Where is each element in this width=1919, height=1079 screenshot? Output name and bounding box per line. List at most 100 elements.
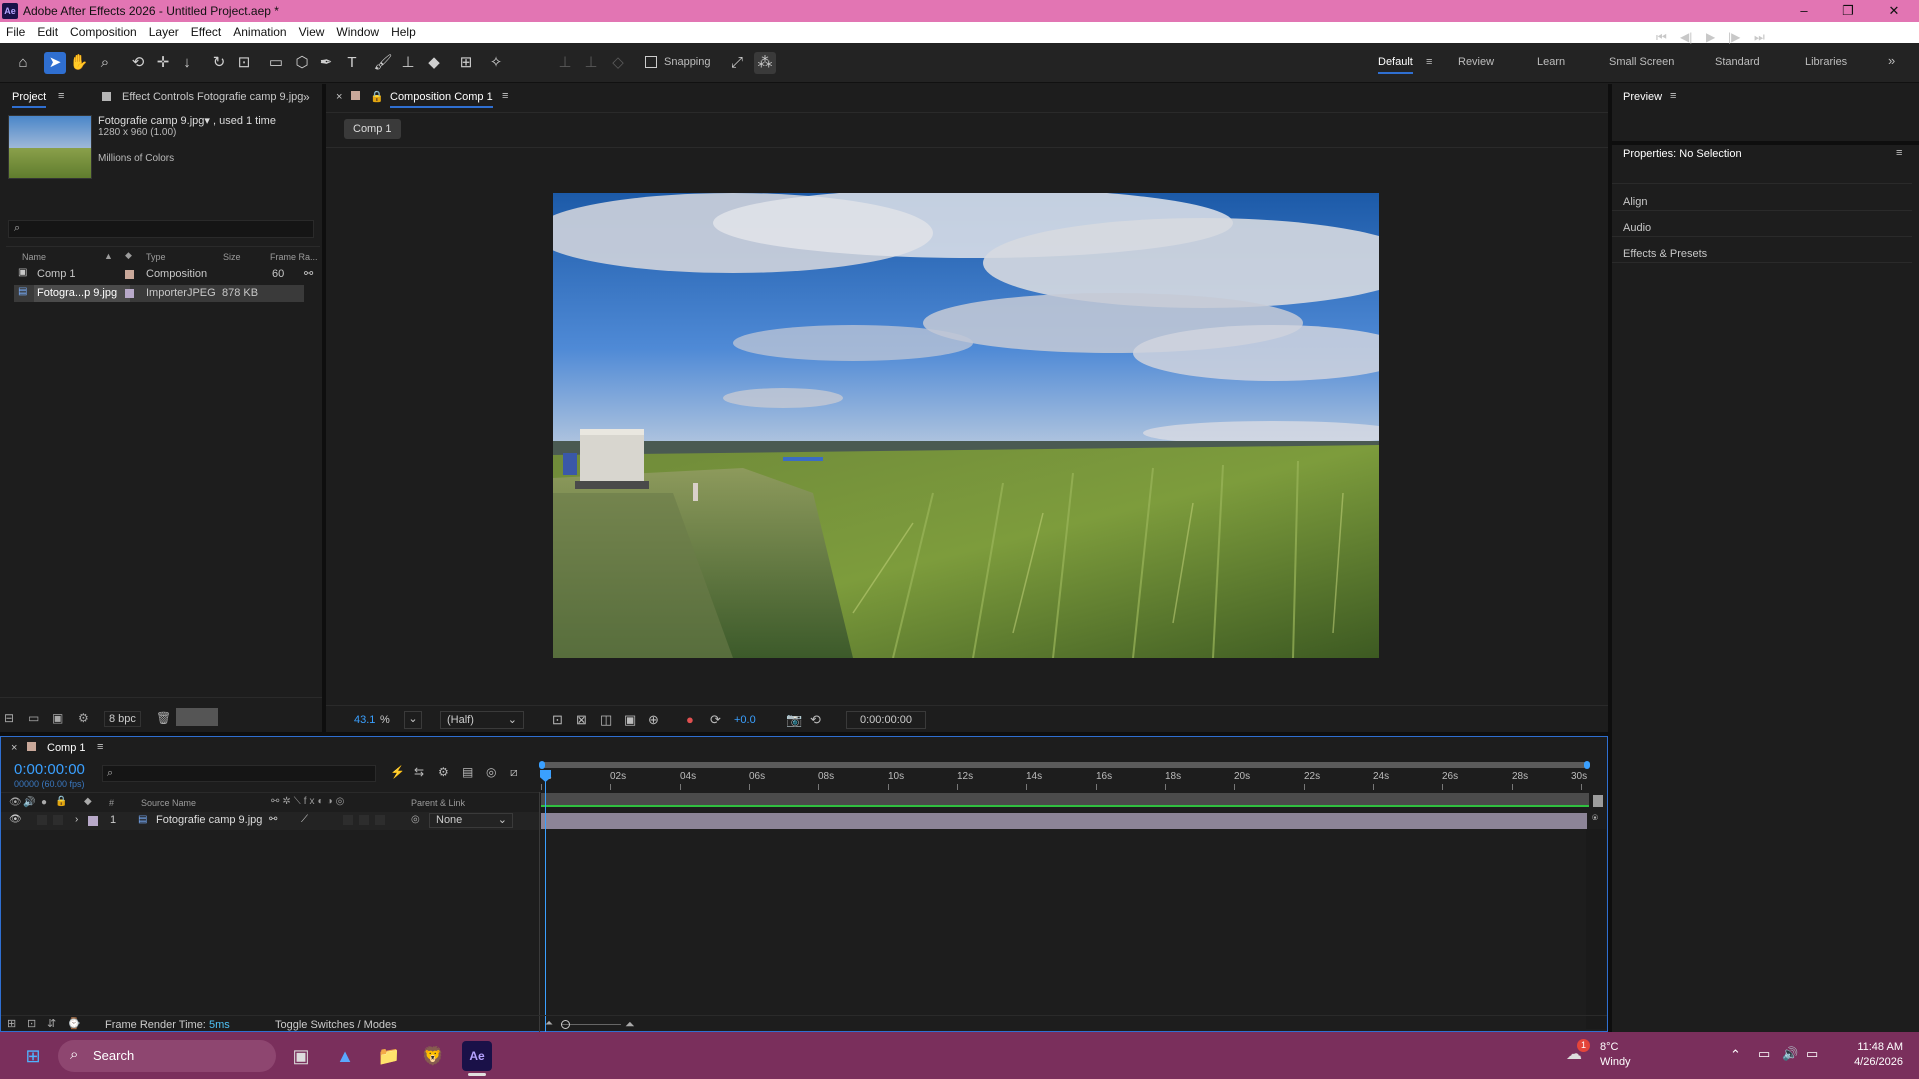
close-button[interactable]: ✕: [1872, 1, 1916, 21]
render-time-icon[interactable]: ⌚: [67, 1017, 81, 1030]
channels-icon[interactable]: ●: [686, 712, 694, 727]
dolly-tool-icon[interactable]: ↓: [176, 52, 198, 74]
play-icon[interactable]: ▶: [1706, 30, 1715, 44]
work-area-end-handle[interactable]: [1584, 761, 1590, 769]
next-frame-icon[interactable]: |▶: [1728, 30, 1740, 44]
battery-icon[interactable]: ▭: [1806, 1046, 1818, 1062]
task-view-icon[interactable]: ▣: [286, 1041, 316, 1071]
pen-tool-icon[interactable]: ✒: [315, 52, 337, 74]
sort-asc-icon[interactable]: ▲: [104, 251, 113, 261]
properties-menu-icon[interactable]: ≡: [1896, 147, 1902, 159]
timeline-timecode[interactable]: 0:00:00:00: [14, 761, 85, 778]
quality-switch-icon[interactable]: ⟋: [301, 814, 308, 825]
menu-file[interactable]: File: [0, 22, 31, 42]
network-icon[interactable]: ▭: [1758, 1046, 1770, 1062]
expand-chevron-icon[interactable]: ›: [75, 814, 78, 825]
layer-label-swatch[interactable]: [88, 816, 98, 826]
axis-local-icon[interactable]: ⊥: [554, 52, 576, 74]
solo-toggle-icon[interactable]: ●: [41, 797, 47, 808]
layer-duration-bar[interactable]: [541, 813, 1587, 829]
comp-menu-icon[interactable]: ≡: [502, 90, 508, 102]
workspace-learn[interactable]: Learn: [1537, 56, 1565, 68]
shy-layers-icon[interactable]: ⚙: [438, 765, 449, 779]
motion-blur-icon[interactable]: ◎: [486, 765, 496, 779]
zoom-dropdown-icon[interactable]: ⌄: [404, 711, 422, 729]
workspace-default[interactable]: Default: [1378, 56, 1413, 74]
chevron-up-icon[interactable]: ⌃: [1730, 1047, 1741, 1063]
comp-flowchart-icon[interactable]: ⇆: [414, 765, 424, 779]
timeline-menu-icon[interactable]: ≡: [97, 741, 103, 753]
panel-audio[interactable]: Audio: [1623, 222, 1651, 234]
roto-brush-tool-icon[interactable]: ⊞: [455, 52, 477, 74]
home-icon[interactable]: ⌂: [12, 52, 34, 74]
close-timeline-icon[interactable]: ×: [11, 742, 17, 754]
after-effects-taskbar-icon[interactable]: Ae: [462, 1041, 492, 1071]
flowchart-icon[interactable]: ⚯: [304, 267, 313, 280]
shy-switch-icon[interactable]: ⚯: [269, 814, 277, 825]
volume-icon[interactable]: 🔊: [1782, 1046, 1798, 1062]
menu-composition[interactable]: Composition: [64, 22, 143, 42]
pick-whip-icon[interactable]: ◎: [411, 814, 420, 825]
menu-view[interactable]: View: [293, 22, 331, 42]
clone-stamp-tool-icon[interactable]: ⊥: [397, 52, 419, 74]
puppet-tool-icon[interactable]: ✧: [485, 52, 507, 74]
pan-tool-icon[interactable]: ✛: [152, 52, 174, 74]
eraser-tool-icon[interactable]: ◆: [423, 52, 445, 74]
hand-tool-icon[interactable]: ✋: [68, 52, 90, 74]
mask-visibility-icon[interactable]: ◫: [600, 712, 612, 728]
parent-select[interactable]: None ⌄: [429, 813, 513, 828]
col-frame-rate[interactable]: Frame Ra...: [270, 252, 318, 262]
zoom-in-icon[interactable]: ⏶: [625, 1017, 635, 1032]
tab-project[interactable]: Project: [12, 91, 47, 108]
fast-preview-icon[interactable]: ⊡: [552, 712, 563, 728]
lock-icon[interactable]: 🔒: [370, 90, 384, 103]
col-source-name[interactable]: Source Name: [141, 798, 196, 808]
work-area-bar[interactable]: [541, 762, 1589, 768]
taskbar-search[interactable]: ⌕ Search: [58, 1040, 276, 1072]
rectangle-tool-icon[interactable]: ▭: [265, 52, 287, 74]
new-folder-icon[interactable]: ▭: [28, 711, 39, 725]
previous-frame-icon[interactable]: ◀|: [1680, 30, 1692, 44]
snap-features-icon[interactable]: ⁂: [754, 52, 776, 74]
col-size[interactable]: Size: [223, 252, 241, 262]
layer-row[interactable]: 👁 › 1 ▤ Fotografie camp 9.jpg ⚯ ⟋ ◎ None…: [1, 812, 541, 830]
graph-editor-icon[interactable]: ⧄: [510, 765, 518, 780]
photos-app-icon[interactable]: ▲: [330, 1041, 360, 1071]
workspace-small-screen[interactable]: Small Screen: [1609, 56, 1674, 68]
bpc-button[interactable]: 8 bpc: [104, 711, 141, 727]
snapshot-icon[interactable]: 📷: [786, 712, 802, 728]
type-tool-icon[interactable]: T: [341, 52, 363, 74]
playhead-line[interactable]: [545, 770, 546, 1032]
col-parent-link[interactable]: Parent & Link: [411, 798, 465, 808]
zoom-out-icon[interactable]: ⏶: [545, 1018, 553, 1029]
layer-switches-icon[interactable]: ⊞: [7, 1017, 16, 1030]
label-column-icon[interactable]: ◆: [84, 796, 92, 807]
workspace-more-icon[interactable]: »: [1888, 53, 1895, 68]
weather-temp[interactable]: 8°C: [1600, 1041, 1618, 1053]
show-snapshot-icon[interactable]: ⟲: [810, 712, 821, 728]
file-explorer-icon[interactable]: 📁: [374, 1041, 404, 1071]
work-area-start-handle[interactable]: [539, 761, 545, 769]
weather-desc[interactable]: Windy: [1600, 1056, 1631, 1068]
shape-3d-tool-icon[interactable]: ⬡: [291, 52, 313, 74]
layer-name[interactable]: Fotografie camp 9.jpg: [156, 814, 262, 826]
delete-icon[interactable]: 🗑: [156, 711, 171, 725]
audio-toggle-icon[interactable]: 🔊: [23, 797, 35, 808]
project-search-input[interactable]: ⌕: [8, 220, 314, 238]
clock-date[interactable]: 4/26/2026: [1845, 1056, 1903, 1068]
new-composition-icon[interactable]: ▣: [52, 711, 63, 725]
project-row-comp[interactable]: ▣ Comp 1 Composition 60 ⚯: [14, 266, 318, 283]
composition-viewer[interactable]: [553, 193, 1379, 658]
brush-tool-icon[interactable]: 🖌: [372, 52, 394, 74]
timeline-search-input[interactable]: ⌕: [102, 765, 376, 782]
exposure-value[interactable]: +0.0: [734, 714, 756, 726]
menu-edit[interactable]: Edit: [31, 22, 64, 42]
rotate-tool-icon[interactable]: ↻: [208, 52, 230, 74]
transparency-grid-icon[interactable]: ⊠: [576, 712, 587, 728]
eye-icon[interactable]: 👁: [9, 814, 22, 825]
panel-effects-presets[interactable]: Effects & Presets: [1623, 248, 1707, 260]
workspace-standard[interactable]: Standard: [1715, 56, 1760, 68]
tab-composition[interactable]: Composition Comp 1: [390, 91, 493, 108]
axis-view-icon[interactable]: ◇: [607, 52, 629, 74]
zoom-value[interactable]: 43.1: [354, 714, 375, 726]
